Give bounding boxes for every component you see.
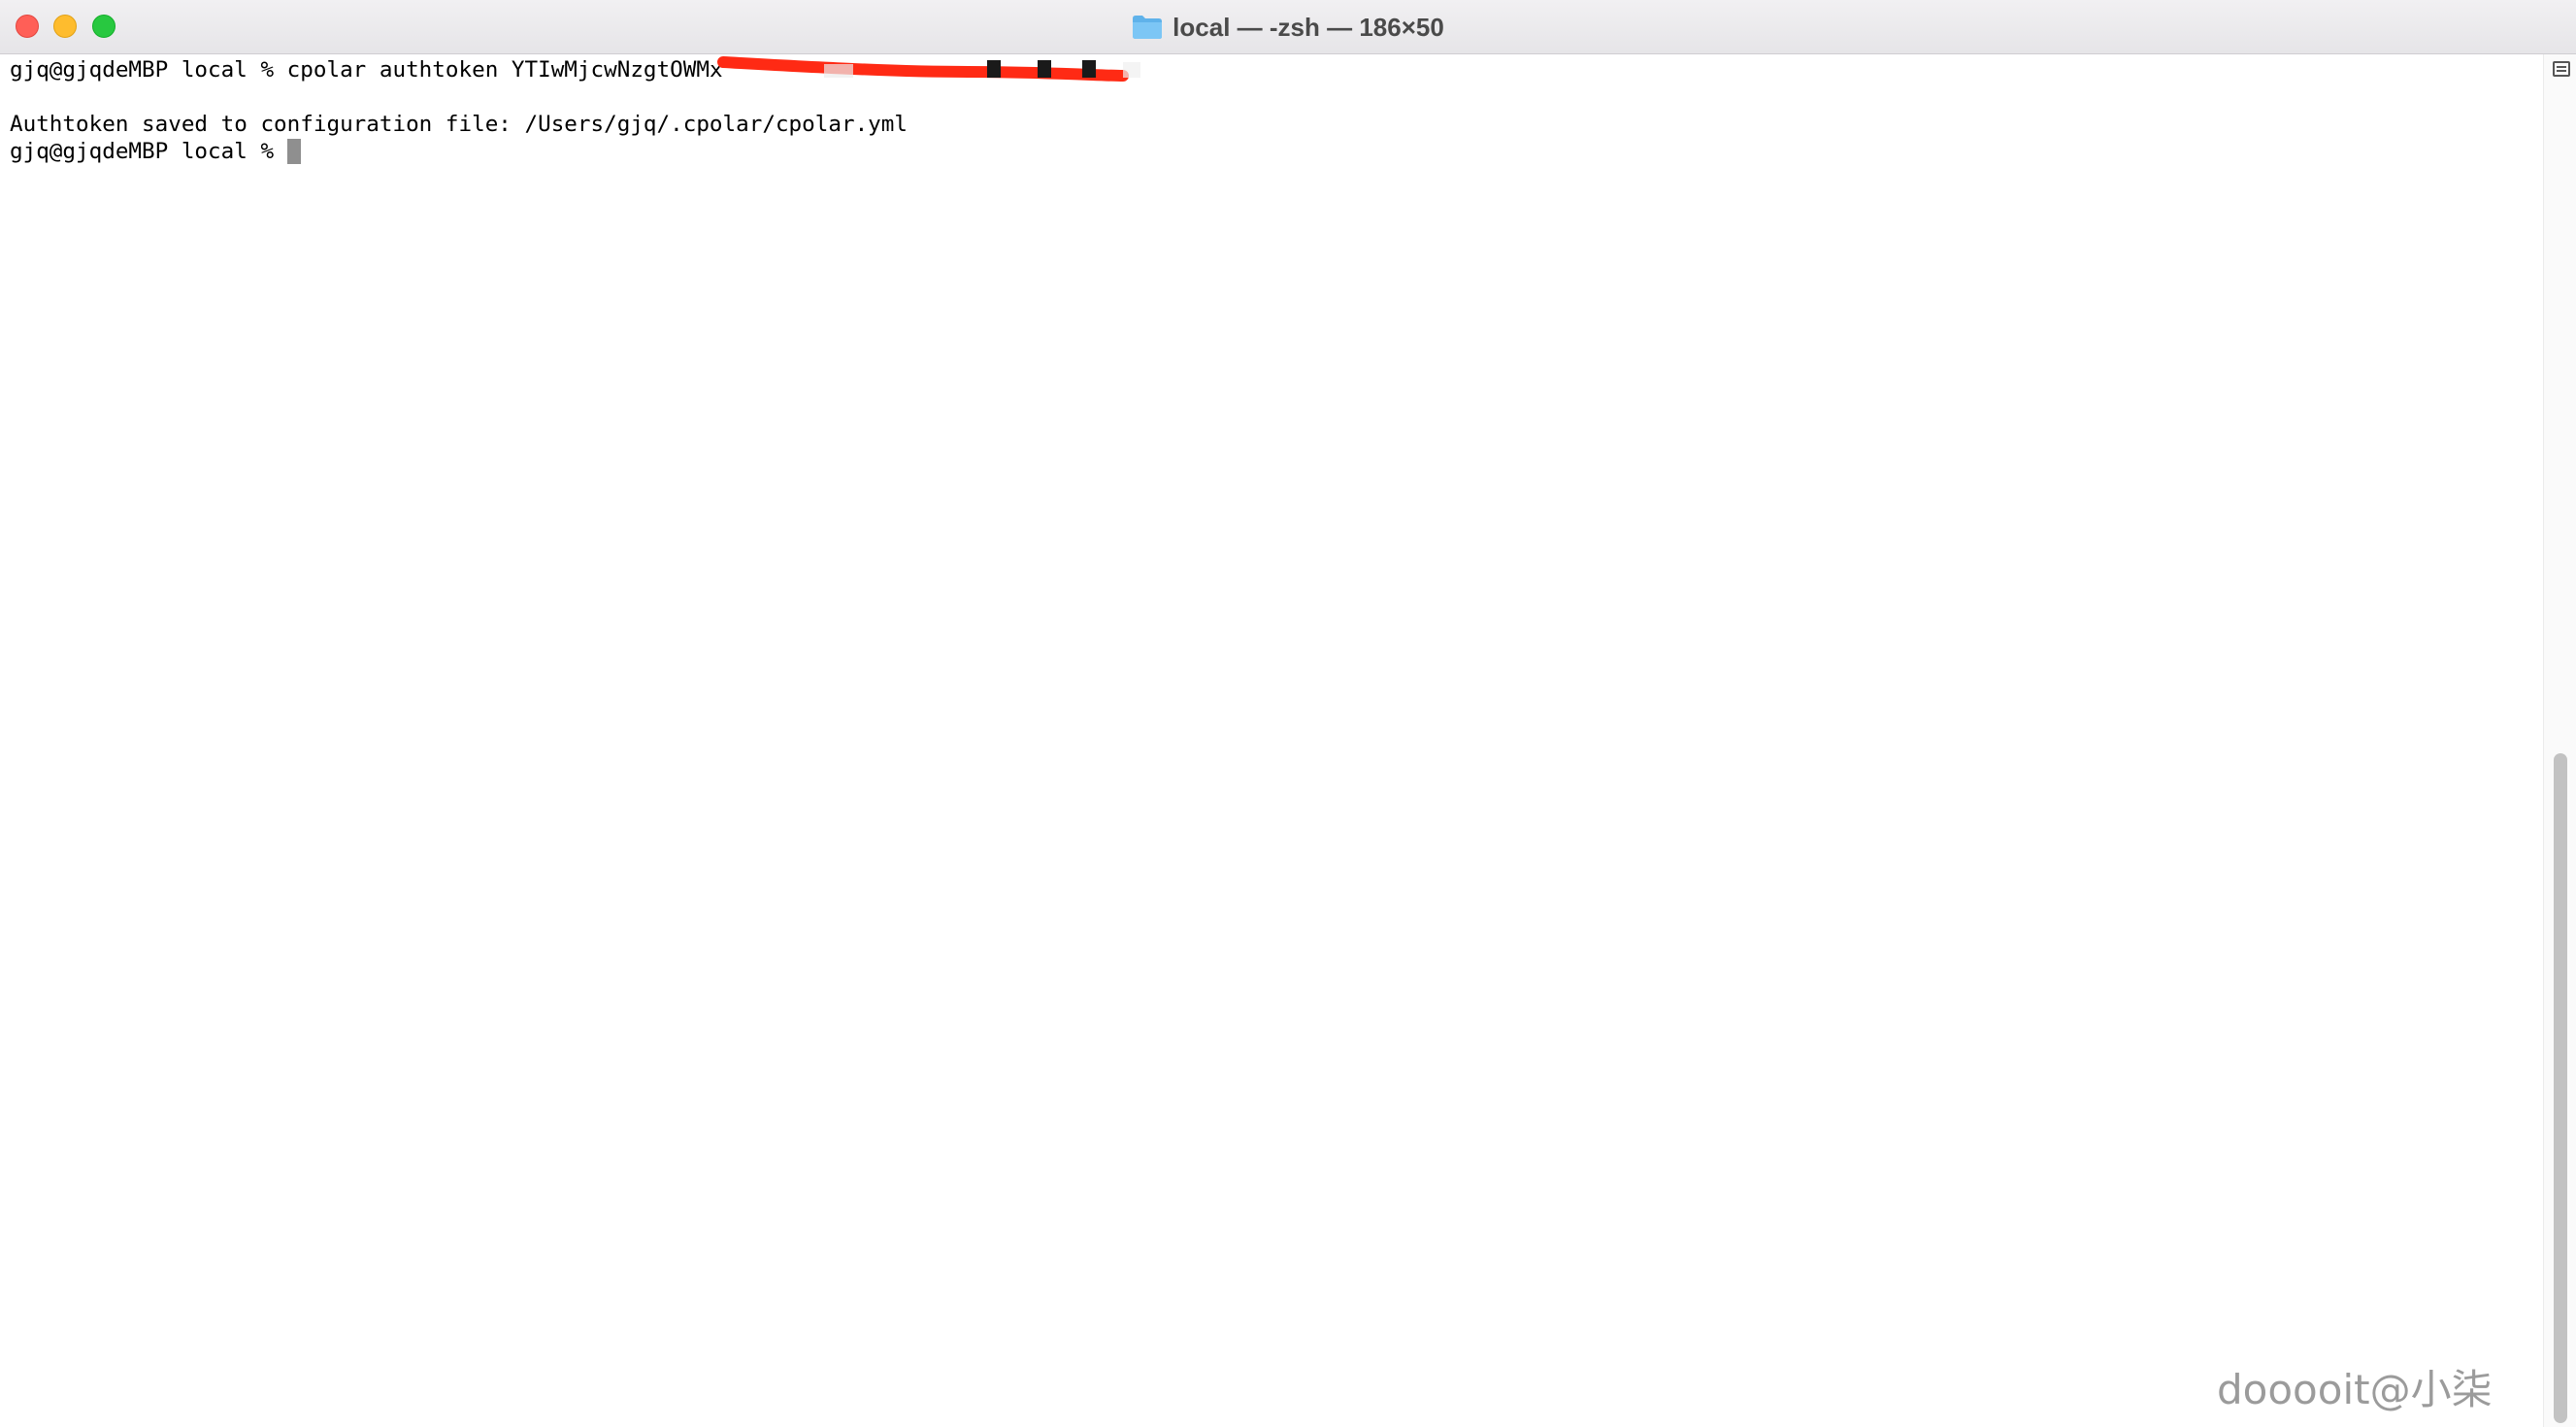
text-cursor bbox=[286, 139, 301, 164]
output-line: Authtoken saved to configuration file: /… bbox=[10, 112, 908, 137]
prompt: gjq@gjqdeMBP local % bbox=[10, 57, 287, 83]
current-prompt-line: gjq@gjqdeMBP local % bbox=[10, 138, 301, 165]
watermark-text: dooooit@小柒 bbox=[2217, 1366, 2493, 1413]
folder-icon bbox=[1133, 16, 1163, 39]
vertical-scrollbar[interactable] bbox=[2543, 54, 2576, 1427]
terminal-window: local — -zsh — 186×50 gjq@gjqdeMBP local… bbox=[0, 0, 2576, 1427]
prompt: gjq@gjqdeMBP local % bbox=[10, 139, 287, 164]
command-line: gjq@gjqdeMBP local % cpolar authtoken YT… bbox=[10, 55, 1140, 83]
window-title: local — -zsh — 186×50 bbox=[1172, 12, 1444, 42]
window-title-group: local — -zsh — 186×50 bbox=[0, 0, 2576, 54]
title-bar[interactable]: local — -zsh — 186×50 bbox=[0, 0, 2576, 54]
marks-menu-icon[interactable] bbox=[2553, 61, 2570, 77]
command-text: cpolar authtoken YTIwMjcwNzgtOWMx bbox=[286, 57, 723, 83]
terminal-content[interactable]: gjq@gjqdeMBP local % cpolar authtoken YT… bbox=[0, 54, 2543, 1427]
redaction-mark bbox=[716, 55, 1140, 83]
scroll-thumb[interactable] bbox=[2554, 753, 2567, 1423]
